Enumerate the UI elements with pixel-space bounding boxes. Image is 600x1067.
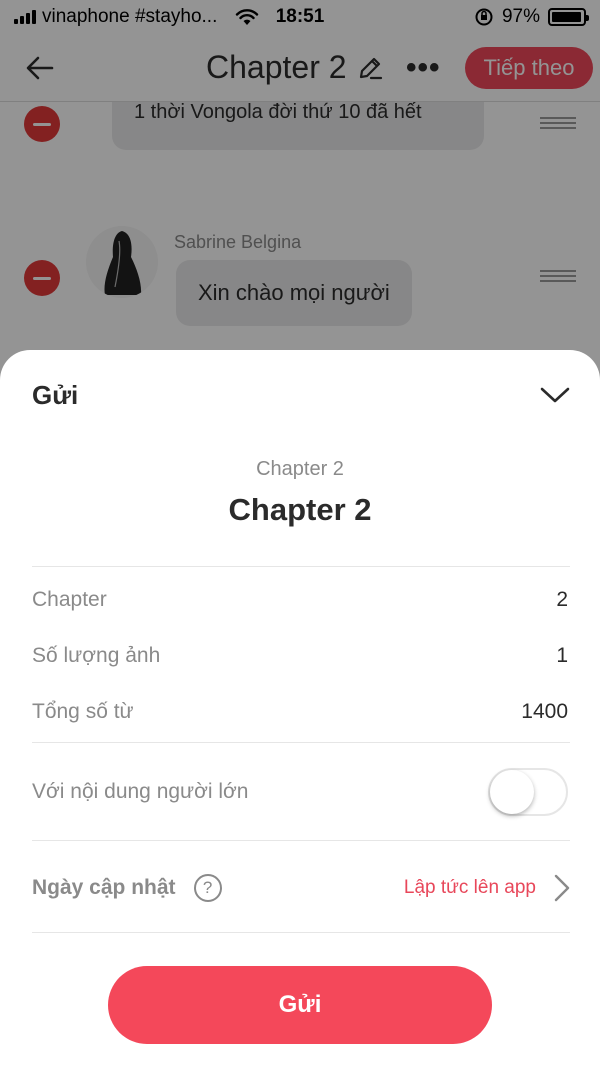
info-row-word-count: Tổng số từ 1400 xyxy=(32,700,568,724)
adult-content-label: Với nội dung người lớn xyxy=(32,780,249,803)
update-date-label: Ngày cập nhật xyxy=(32,876,176,899)
info-label: Tổng số từ xyxy=(32,700,134,723)
divider xyxy=(32,566,570,567)
chapter-title: Chapter 2 xyxy=(228,492,372,527)
chevron-right-icon xyxy=(554,874,570,902)
send-button[interactable]: Gửi xyxy=(108,966,492,1044)
toggle-knob xyxy=(490,770,534,814)
update-date-value: Lập tức lên app xyxy=(403,877,536,898)
divider xyxy=(32,932,570,933)
chevron-down-icon xyxy=(540,387,570,403)
divider xyxy=(32,742,570,743)
divider xyxy=(32,840,570,841)
update-date-row[interactable]: Ngày cập nhật ? Lập tức lên app xyxy=(32,870,570,906)
adult-content-toggle[interactable] xyxy=(488,768,568,816)
adult-content-row: Với nội dung người lớn xyxy=(32,768,568,816)
sheet-header: Gửi xyxy=(32,378,572,412)
chapter-subtitle: Chapter 2 xyxy=(256,458,344,480)
info-row-image-count: Số lượng ảnh 1 xyxy=(32,644,568,668)
info-label: Chapter xyxy=(32,588,107,611)
info-value: 1400 xyxy=(521,700,568,723)
sheet-title: Gửi xyxy=(32,379,79,410)
collapse-button[interactable] xyxy=(538,378,572,412)
info-value: 1 xyxy=(556,644,568,667)
help-icon[interactable]: ? xyxy=(193,874,222,902)
info-label: Số lượng ảnh xyxy=(32,644,161,667)
publish-sheet: Gửi Chapter 2 Chapter 2 Chapter 2 Số lượ… xyxy=(0,350,600,1067)
info-row-chapter: Chapter 2 xyxy=(32,588,568,612)
info-value: 2 xyxy=(556,588,568,611)
